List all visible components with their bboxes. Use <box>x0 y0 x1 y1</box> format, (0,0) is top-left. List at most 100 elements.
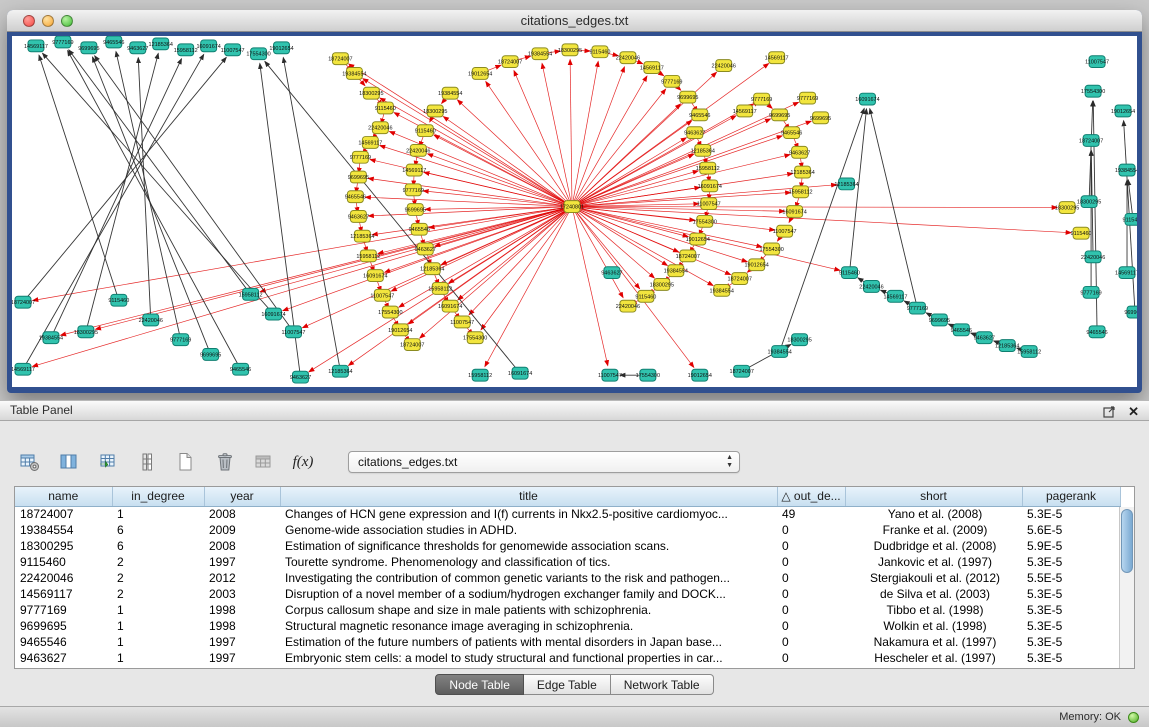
cell-pagerank[interactable]: 5.6E-5 <box>1022 522 1120 538</box>
graph-edge[interactable] <box>485 207 572 367</box>
cell-pagerank[interactable]: 5.3E-5 <box>1022 554 1120 570</box>
float-panel-icon[interactable] <box>1103 405 1116 418</box>
graph-node[interactable]: 22420046 <box>859 281 883 293</box>
graph-node[interactable]: 15958112 <box>174 44 198 56</box>
graph-edge[interactable] <box>365 197 572 206</box>
graph-edge[interactable] <box>870 109 918 308</box>
cell-pagerank[interactable]: 5.5E-5 <box>1022 570 1120 586</box>
graph-node[interactable]: 14569117 <box>883 290 907 302</box>
graph-edge[interactable] <box>93 57 211 354</box>
graph-node[interactable]: 16091674 <box>508 367 532 379</box>
graph-node[interactable]: 11007547 <box>221 44 245 56</box>
cell-title[interactable]: Corpus callosum shape and size in male p… <box>280 602 777 618</box>
cell-short[interactable]: de Silva et al. (2003) <box>845 586 1022 602</box>
graph-node[interactable]: 14569117 <box>24 40 48 52</box>
graph-edge[interactable] <box>572 76 647 206</box>
graph-node[interactable]: 19384554 <box>710 284 734 296</box>
graph-edge[interactable] <box>572 207 1057 208</box>
table-scrollbar-thumb[interactable] <box>1121 509 1133 573</box>
cell-year[interactable]: 2008 <box>204 538 280 554</box>
cell-out_degree[interactable]: 0 <box>777 570 845 586</box>
cell-year[interactable]: 2003 <box>204 586 280 602</box>
cell-name[interactable]: 9115460 <box>15 554 112 570</box>
graph-edge[interactable] <box>570 60 572 207</box>
graph-edge[interactable] <box>363 79 572 207</box>
graph-node[interactable]: 19384554 <box>528 48 552 60</box>
table-row[interactable]: 2242004622012Investigating the contribut… <box>15 570 1120 586</box>
graph-node[interactable]: 22420046 <box>368 122 392 134</box>
function-builder-icon[interactable]: f(x) <box>291 450 315 474</box>
cell-short[interactable]: Jankovic et al. (1997) <box>845 554 1022 570</box>
cell-out_degree[interactable]: 0 <box>777 586 845 602</box>
cell-in_degree[interactable]: 1 <box>112 650 204 666</box>
graph-node[interactable]: 19012654 <box>388 324 412 336</box>
minimize-button[interactable] <box>42 15 54 27</box>
graph-node[interactable]: 9699695 <box>810 112 831 124</box>
cell-pagerank[interactable]: 5.3E-5 <box>1022 586 1120 602</box>
cell-title[interactable]: Tourette syndrome. Phenomenology and cla… <box>280 554 777 570</box>
cell-title[interactable]: Estimation of significance thresholds fo… <box>280 538 777 554</box>
cell-in_degree[interactable]: 1 <box>112 506 204 522</box>
graph-node[interactable]: 19384554 <box>438 87 462 99</box>
graph-edge[interactable] <box>457 100 572 207</box>
cell-year[interactable]: 2009 <box>204 522 280 538</box>
cell-in_degree[interactable]: 6 <box>112 522 204 538</box>
graph-node[interactable]: 19384554 <box>39 332 63 344</box>
new-file-icon[interactable] <box>174 450 198 474</box>
graph-node[interactable]: 9465546 <box>103 36 124 48</box>
cell-short[interactable]: Tibbo et al. (1998) <box>845 602 1022 618</box>
table-row[interactable]: 969969511998Structural magnetic resonanc… <box>15 618 1120 634</box>
close-button[interactable] <box>23 15 35 27</box>
cell-year[interactable]: 1998 <box>204 618 280 634</box>
cell-title[interactable]: Genome-wide association studies in ADHD. <box>280 522 777 538</box>
graph-node[interactable]: 9115460 <box>590 46 611 58</box>
graph-node[interactable]: 16091674 <box>261 308 285 320</box>
cell-out_degree[interactable]: 0 <box>777 634 845 650</box>
graph-node[interactable]: 17554300 <box>246 48 270 60</box>
cell-pagerank[interactable]: 5.3E-5 <box>1022 618 1120 634</box>
graph-node[interactable]: 15958112 <box>1017 346 1041 358</box>
table-row[interactable]: 977716911998Corpus callosum shape and si… <box>15 602 1120 618</box>
cell-pagerank[interactable]: 5.9E-5 <box>1022 538 1120 554</box>
graph-node[interactable]: 9699695 <box>78 42 99 54</box>
graph-node[interactable]: 12185364 <box>995 340 1019 352</box>
cell-in_degree[interactable]: 1 <box>112 602 204 618</box>
graph-node[interactable]: 9115460 <box>108 294 129 306</box>
cell-title[interactable]: Estimation of the future numbers of pati… <box>280 634 777 650</box>
graph-node[interactable]: 9777169 <box>170 334 191 346</box>
graph-node[interactable]: 15958112 <box>239 288 263 300</box>
attribute-table[interactable]: namein_degreeyeartitle△ out_de...shortpa… <box>15 487 1121 666</box>
cell-name[interactable]: 9465546 <box>15 634 112 650</box>
graph-node[interactable]: 9699695 <box>929 314 950 326</box>
cell-in_degree[interactable]: 1 <box>112 634 204 650</box>
cell-short[interactable]: Hescheler et al. (1997) <box>845 650 1022 666</box>
cell-short[interactable]: Wolkin et al. (1998) <box>845 618 1022 634</box>
cell-year[interactable]: 1997 <box>204 634 280 650</box>
column-header-name[interactable]: name <box>15 487 112 506</box>
window-titlebar[interactable]: citations_edges.txt <box>7 10 1142 32</box>
graph-node[interactable]: 18300295 <box>1055 202 1079 214</box>
graph-node[interactable]: 12185364 <box>691 144 715 156</box>
graph-node[interactable]: 11007547 <box>697 198 721 210</box>
graph-edge[interactable] <box>425 207 572 210</box>
graph-node[interactable]: 18300295 <box>423 105 447 117</box>
graph-node[interactable]: 14569117 <box>402 164 426 176</box>
cell-title[interactable]: Investigating the contribution of common… <box>280 570 777 586</box>
graph-node[interactable]: 9115460 <box>375 102 396 114</box>
graph-edge[interactable] <box>572 136 782 207</box>
cell-short[interactable]: Stergiakouli et al. (2012) <box>845 570 1022 586</box>
import-table-icon[interactable] <box>96 450 120 474</box>
graph-node[interactable]: 11007547 <box>282 326 306 338</box>
graph-edge[interactable] <box>283 58 340 372</box>
graph-node[interactable]: 17554300 <box>463 332 487 344</box>
graph-node[interactable]: 18300295 <box>558 44 582 56</box>
graph-node[interactable]: 9699695 <box>769 109 790 121</box>
graph-edge[interactable] <box>572 207 1071 233</box>
graph-node[interactable]: 9777169 <box>52 36 73 48</box>
graph-node[interactable]: 12185364 <box>834 178 858 190</box>
table-row[interactable]: 1938455462009Genome-wide association stu… <box>15 522 1120 538</box>
graph-node[interactable]: 9115460 <box>1071 227 1092 239</box>
cell-short[interactable]: Franke et al. (2009) <box>845 522 1022 538</box>
graph-node[interactable]: 15958112 <box>789 186 813 198</box>
cell-title[interactable]: Embryonic stem cells: a model to study s… <box>280 650 777 666</box>
